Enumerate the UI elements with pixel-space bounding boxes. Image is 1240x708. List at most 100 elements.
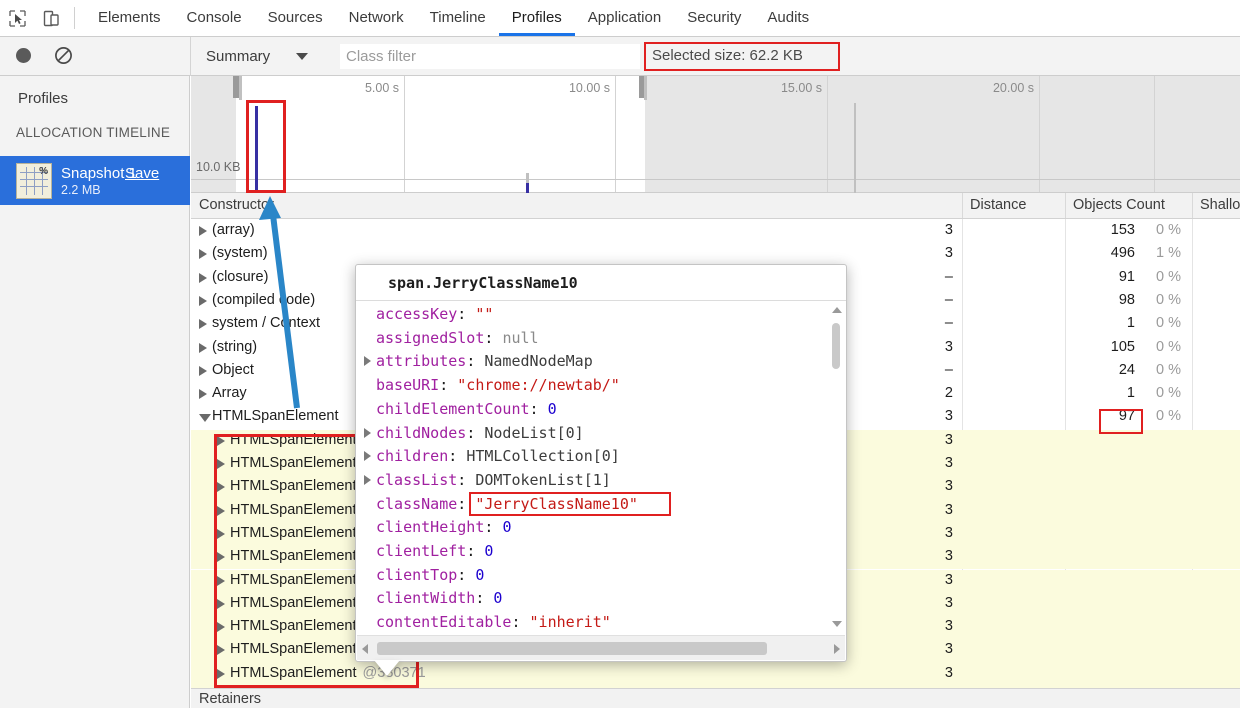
cell-objects-pct: 0 % bbox=[1156, 291, 1181, 308]
column-header-objects-count[interactable]: Objects Count bbox=[1073, 193, 1165, 218]
tab-sources[interactable]: Sources bbox=[255, 0, 336, 36]
chevron-right-icon[interactable] bbox=[199, 226, 207, 236]
popover-vertical-scrollbar[interactable] bbox=[830, 305, 842, 629]
scrollbar-thumb[interactable] bbox=[832, 323, 840, 369]
record-circle-icon[interactable] bbox=[14, 46, 34, 66]
overview-bar bbox=[239, 76, 242, 100]
column-header-shallow-size[interactable]: Shallo bbox=[1200, 193, 1240, 218]
scroll-left-icon[interactable] bbox=[362, 644, 368, 654]
tab-profiles[interactable]: Profiles bbox=[499, 0, 575, 36]
scroll-down-icon[interactable] bbox=[832, 621, 842, 627]
property-row[interactable]: assignedSlot: null bbox=[376, 326, 539, 350]
constructor-name: (system) bbox=[212, 245, 268, 262]
property-row[interactable]: childElementCount: 0 bbox=[376, 397, 557, 421]
inspect-cursor-icon[interactable] bbox=[0, 1, 34, 35]
popover-tail bbox=[374, 660, 400, 676]
allocation-overview-chart[interactable]: 5.00 s 10.00 s 15.00 s 20.00 s 10.0 KB bbox=[191, 76, 1240, 193]
constructor-name: (array) bbox=[212, 222, 255, 238]
chevron-right-icon[interactable] bbox=[199, 295, 207, 306]
column-header-constructor[interactable]: Constructor bbox=[199, 193, 274, 218]
property-row[interactable]: clientWidth: 0 bbox=[376, 586, 502, 610]
property-row[interactable]: contentEditable: "inherit" bbox=[376, 610, 611, 634]
cell-distance: 3 bbox=[944, 524, 953, 541]
property-row[interactable]: clientTop: 0 bbox=[376, 563, 484, 587]
grid-header-row: Constructor Distance Objects Count Shall… bbox=[191, 193, 1240, 219]
constructor-name: HTMLSpanElement bbox=[230, 594, 357, 611]
property-row[interactable]: clientLeft: 0 bbox=[376, 539, 493, 563]
chevron-right-icon[interactable] bbox=[217, 435, 225, 446]
property-row[interactable]: attributes: NamedNodeMap bbox=[364, 349, 593, 373]
devtools-tabbar: Elements Console Sources Network Timelin… bbox=[0, 0, 1240, 37]
chevron-right-icon[interactable] bbox=[364, 474, 371, 485]
retainers-panel: Retainers bbox=[191, 688, 1240, 708]
tab-network[interactable]: Network bbox=[336, 0, 417, 36]
property-row[interactable]: classList: DOMTokenList[1] bbox=[364, 468, 611, 492]
tab-console[interactable]: Console bbox=[174, 0, 255, 36]
chevron-right-icon[interactable] bbox=[217, 528, 225, 539]
cell-distance: – bbox=[944, 268, 953, 285]
snapshot-thumbnail-icon: % bbox=[16, 162, 52, 199]
sidebar-item-snapshot-1[interactable]: % Snapshot 1 2.2 MB Save bbox=[0, 156, 190, 205]
chevron-right-icon[interactable] bbox=[217, 482, 225, 493]
table-row[interactable]: (array) 3 153 0 % bbox=[191, 220, 1240, 243]
property-row[interactable]: baseURI: "chrome://newtab/" bbox=[376, 373, 620, 397]
chevron-right-icon[interactable] bbox=[199, 319, 207, 330]
chevron-right-icon[interactable] bbox=[199, 389, 207, 400]
constructor-name: system / Context bbox=[212, 315, 320, 332]
property-name: accessKey bbox=[376, 305, 458, 323]
chevron-right-icon[interactable] bbox=[199, 365, 207, 376]
tab-audits[interactable]: Audits bbox=[754, 0, 822, 36]
device-toolbar-icon[interactable] bbox=[34, 1, 68, 35]
constructor-name: HTMLSpanElement bbox=[230, 431, 357, 448]
property-colon: : bbox=[466, 542, 485, 560]
popover-horizontal-scrollbar[interactable] bbox=[357, 635, 845, 660]
sidebar-section-allocation-timeline: ALLOCATION TIMELINE bbox=[16, 125, 171, 140]
chevron-down-icon[interactable] bbox=[199, 414, 211, 423]
chevron-right-icon[interactable] bbox=[217, 622, 225, 633]
property-value: "chrome://newtab/" bbox=[457, 376, 620, 395]
overview-gridline bbox=[1154, 76, 1155, 192]
scroll-right-icon[interactable] bbox=[834, 644, 840, 654]
chevron-right-icon[interactable] bbox=[217, 505, 225, 516]
property-row[interactable]: clientHeight: 0 bbox=[376, 515, 511, 539]
property-row[interactable]: childNodes: NodeList[0] bbox=[364, 421, 584, 445]
chevron-right-icon[interactable] bbox=[364, 451, 371, 462]
chevron-right-icon[interactable] bbox=[199, 272, 207, 283]
chevron-right-icon[interactable] bbox=[199, 249, 207, 260]
chevron-right-icon[interactable] bbox=[364, 356, 371, 367]
tab-application[interactable]: Application bbox=[575, 0, 674, 36]
tab-elements[interactable]: Elements bbox=[85, 0, 174, 36]
chevron-right-icon[interactable] bbox=[217, 552, 225, 563]
property-colon: : bbox=[457, 470, 476, 489]
cell-objects-pct: 0 % bbox=[1156, 268, 1181, 285]
tab-security[interactable]: Security bbox=[674, 0, 754, 36]
chevron-right-icon[interactable] bbox=[364, 427, 371, 438]
chevron-right-icon[interactable] bbox=[217, 575, 225, 586]
property-value: "inherit" bbox=[529, 613, 611, 632]
cell-distance: 3 bbox=[944, 222, 953, 238]
property-name: contentEditable bbox=[376, 613, 512, 632]
overview-gridline bbox=[615, 76, 616, 192]
scroll-up-icon[interactable] bbox=[832, 307, 842, 313]
property-value: NamedNodeMap bbox=[484, 352, 593, 371]
chevron-right-icon[interactable] bbox=[217, 598, 225, 609]
property-row[interactable]: accessKey: "" bbox=[376, 302, 493, 326]
snapshot-save-link[interactable]: Save bbox=[125, 165, 159, 182]
table-row[interactable]: HTMLSpanElement @380371 3 bbox=[191, 662, 1240, 686]
chevron-right-icon[interactable] bbox=[217, 668, 225, 679]
tab-timeline[interactable]: Timeline bbox=[417, 0, 499, 36]
chevron-right-icon[interactable] bbox=[217, 645, 225, 656]
property-name: clientLeft bbox=[376, 542, 467, 560]
column-header-distance[interactable]: Distance bbox=[970, 193, 1026, 218]
property-row[interactable]: children: HTMLCollection[0] bbox=[364, 444, 620, 468]
class-filter-input[interactable] bbox=[340, 44, 640, 69]
scrollbar-thumb[interactable] bbox=[377, 642, 767, 655]
property-row[interactable]: className: "JerryClassName10" bbox=[376, 492, 638, 516]
chevron-right-icon[interactable] bbox=[217, 459, 225, 469]
view-select[interactable]: Summary bbox=[206, 37, 309, 76]
chevron-right-icon[interactable] bbox=[199, 342, 207, 353]
cell-objects-count: 97 bbox=[1118, 408, 1135, 425]
overview-baseline bbox=[191, 179, 1240, 180]
cell-objects-count: 24 bbox=[1118, 361, 1135, 378]
clear-no-entry-icon[interactable] bbox=[54, 46, 74, 66]
